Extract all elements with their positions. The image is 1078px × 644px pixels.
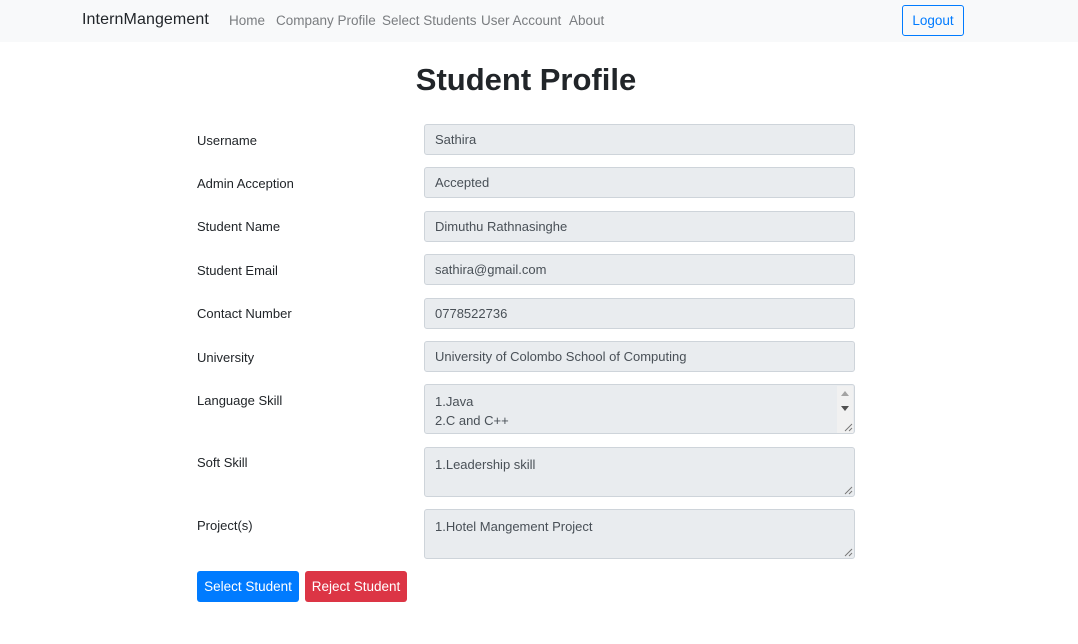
navbar: InternMangement Home Company Profile Sel… [0,0,1078,42]
soft-skill-textarea[interactable]: 1.Leadership skill [424,447,855,497]
page-title: Student Profile [415,62,637,97]
student-email-label: Student Email [197,263,278,278]
username-field[interactable]: Sathira [424,124,855,155]
university-label: University [197,350,255,365]
student-name-label: Student Name [197,219,281,234]
university-field[interactable]: University of Colombo School of Computin… [424,341,855,372]
nav-link-home[interactable]: Home [229,13,265,28]
username-label: Username [197,133,257,148]
resize-grip-icon[interactable] [843,547,853,557]
language-skill-textarea[interactable]: 1.Java 2.C and C++ [424,384,855,434]
projects-label: Project(s) [197,518,253,533]
language-skill-line: 2.C and C++ [435,413,509,428]
nav-link-about[interactable]: About [569,13,604,28]
reject-student-button[interactable]: Reject Student [305,571,407,602]
resize-grip-icon[interactable] [843,485,853,495]
soft-skill-line: 1.Leadership skill [435,457,536,472]
language-skill-label: Language Skill [197,393,283,408]
brand-link[interactable]: InternMangement [82,11,209,29]
logout-button[interactable]: Logout [902,5,964,36]
language-skill-line: 1.Java [435,394,474,409]
contact-number-field[interactable]: 0778522736 [424,298,855,329]
soft-skill-label: Soft Skill [197,455,248,470]
student-name-field[interactable]: Dimuthu Rathnasinghe [424,211,855,242]
resize-grip-icon[interactable] [843,422,853,432]
nav-link-company-profile[interactable]: Company Profile [276,13,376,28]
contact-number-label: Contact Number [197,306,292,321]
projects-line: 1.Hotel Mangement Project [435,519,593,534]
scroll-down-arrow-icon[interactable] [841,406,849,411]
nav-link-select-students[interactable]: Select Students [382,13,477,28]
select-student-button[interactable]: Select Student [197,571,299,602]
admin-acception-label: Admin Acception [197,176,294,191]
admin-acception-field[interactable]: Accepted [424,167,855,198]
scroll-up-arrow-icon[interactable] [841,391,849,396]
projects-textarea[interactable]: 1.Hotel Mangement Project [424,509,855,559]
student-email-field[interactable]: sathira@gmail.com [424,254,855,285]
nav-link-user-account[interactable]: User Account [481,13,561,28]
